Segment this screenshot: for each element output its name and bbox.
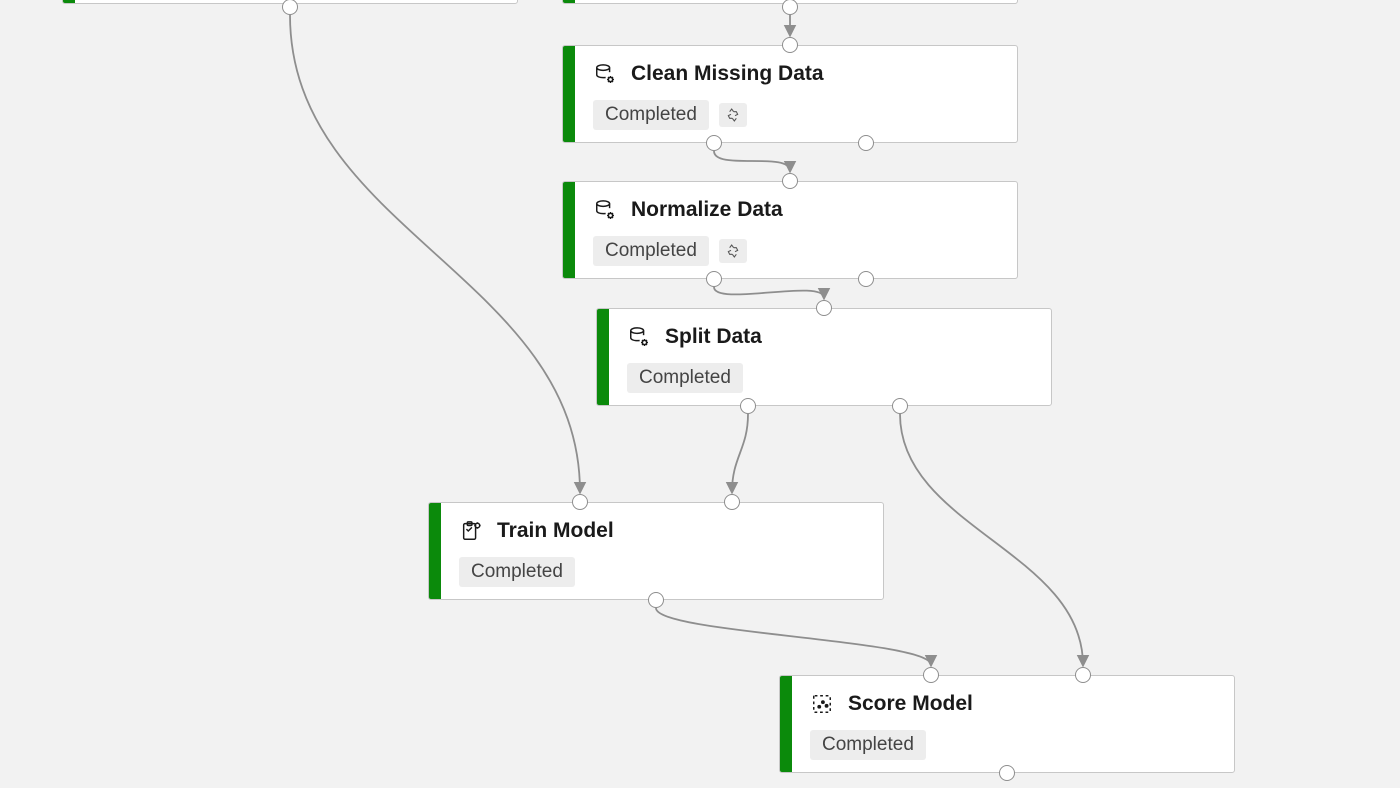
edge [656, 608, 931, 665]
recycle-icon [719, 239, 747, 263]
db-gear-icon [593, 198, 617, 222]
output-port[interactable] [648, 592, 664, 608]
input-port[interactable] [1075, 667, 1091, 683]
node-title-row: Clean Missing Data [593, 62, 999, 86]
status-stripe [597, 309, 609, 405]
status-stripe [563, 182, 575, 278]
output-port[interactable] [706, 135, 722, 151]
node-body: Score Model Completed [792, 676, 1234, 772]
edge [732, 414, 748, 492]
node-title: Normalize Data [631, 198, 783, 222]
edge [714, 287, 824, 298]
output-port[interactable] [858, 135, 874, 151]
input-port[interactable] [572, 494, 588, 510]
input-port[interactable] [724, 494, 740, 510]
node-status-row: Completed [593, 100, 999, 130]
status-badge: Completed [810, 730, 926, 760]
input-port[interactable] [782, 37, 798, 53]
input-port[interactable] [923, 667, 939, 683]
node-body: Normalize Data Completed [575, 182, 1017, 278]
node-title-row: Split Data [627, 325, 1033, 349]
node-clean-missing[interactable]: Clean Missing Data Completed [562, 45, 1018, 143]
output-port[interactable] [892, 398, 908, 414]
node-title: Train Model [497, 519, 614, 543]
node-title-row: Train Model [459, 519, 865, 543]
node-status-row: Completed [593, 236, 999, 266]
status-badge: Completed [593, 236, 709, 266]
output-port[interactable] [782, 0, 798, 15]
edge [290, 15, 580, 492]
output-port[interactable] [999, 765, 1015, 781]
recycle-icon [719, 103, 747, 127]
output-port[interactable] [282, 0, 298, 15]
node-split-data[interactable]: Split Data Completed [596, 308, 1052, 406]
status-stripe [563, 46, 575, 142]
output-port[interactable] [706, 271, 722, 287]
node-status-row: Completed [810, 730, 1216, 760]
status-stripe [63, 0, 75, 3]
node-title: Clean Missing Data [631, 62, 824, 86]
edge [714, 151, 790, 171]
node-train-model[interactable]: Train Model Completed [428, 502, 884, 600]
node-normalize[interactable]: Normalize Data Completed [562, 181, 1018, 279]
node-title: Score Model [848, 692, 973, 716]
db-gear-icon [627, 325, 651, 349]
node-title-row: Score Model [810, 692, 1216, 716]
node-status-row: Completed [459, 557, 865, 587]
node-body: Train Model Completed [441, 503, 883, 599]
status-badge: Completed [593, 100, 709, 130]
edge [900, 414, 1083, 665]
status-badge: Completed [459, 557, 575, 587]
node-body: Split Data Completed [609, 309, 1051, 405]
output-port[interactable] [740, 398, 756, 414]
clipboard-icon [459, 519, 483, 543]
node-title: Split Data [665, 325, 762, 349]
node-score-model[interactable]: Score Model Completed [779, 675, 1235, 773]
status-stripe [429, 503, 441, 599]
status-stripe [563, 0, 575, 3]
scatter-icon [810, 692, 834, 716]
input-port[interactable] [782, 173, 798, 189]
output-port[interactable] [858, 271, 874, 287]
node-title-row: Normalize Data [593, 198, 999, 222]
status-badge: Completed [627, 363, 743, 393]
node-body: Clean Missing Data Completed [575, 46, 1017, 142]
db-gear-icon [593, 62, 617, 86]
input-port[interactable] [816, 300, 832, 316]
status-stripe [780, 676, 792, 772]
node-status-row: Completed [627, 363, 1033, 393]
